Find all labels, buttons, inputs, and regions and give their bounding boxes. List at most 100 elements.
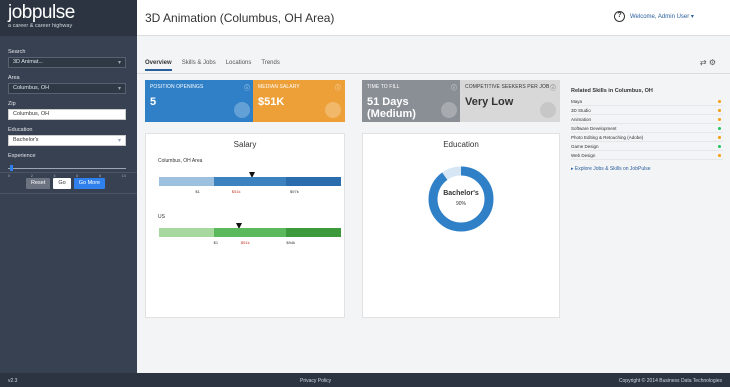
related-heading: Related Skills in Columbus, OH [571, 88, 653, 94]
share-settings-icon[interactable]: ⇄ ⚙ [700, 58, 716, 67]
related-skill-label: Photo Editing & Retouching (Adobe) [571, 135, 644, 140]
people-icon [540, 102, 556, 118]
search-label: Search [8, 49, 26, 55]
zip-input[interactable]: Columbus, OH [8, 109, 126, 120]
chevron-down-icon: ▾ [117, 86, 121, 92]
area-select[interactable]: Columbus, OH ▾ [8, 83, 126, 94]
tab-skills[interactable]: Skills & Jobs [182, 60, 216, 71]
user-menu[interactable]: Welcome, Admin User ▾ [630, 13, 694, 20]
status-dot-icon [718, 145, 721, 148]
donut-sub: 90% [455, 201, 466, 207]
status-dot-icon [718, 118, 721, 121]
related-skill-label: Web Design [571, 153, 596, 158]
stat-median-salary: MEDIAN SALARY $51K ⓘ [253, 80, 345, 122]
stat-position-openings: POSITION OPENINGS 5 ⓘ [145, 80, 254, 122]
related-skill-item[interactable]: Animation [571, 115, 723, 124]
page-title: 3D Animation (Columbus, OH Area) [145, 11, 335, 25]
info-icon[interactable]: ⓘ [244, 83, 250, 92]
related-skill-label: Software Development [571, 126, 617, 131]
tab-divider [137, 73, 730, 74]
related-skill-label: Animation [571, 117, 592, 122]
status-dot-icon [718, 127, 721, 130]
salary-panel: Salary Columbus, OH Area $1 $51k $97k US… [145, 133, 345, 318]
search-select[interactable]: 3D Animat... ▾ [8, 57, 126, 68]
stat-label: POSITION OPENINGS [150, 84, 204, 90]
slider-line [8, 168, 126, 169]
related-skill-item[interactable]: Maya [571, 97, 723, 106]
footer: v2.3 Privacy Policy Copyright © 2014 Bus… [0, 373, 730, 387]
tab-trends[interactable]: Trends [261, 60, 279, 71]
tab-locations[interactable]: Locations [226, 60, 252, 71]
related-skill-item[interactable]: Photo Editing & Retouching (Adobe) [571, 133, 723, 142]
tab-bar: Overview Skills & Jobs Locations Trends [145, 60, 280, 71]
stat-competition: COMPETITIVE SEEKERS PER JOB Very Low ⓘ [460, 80, 560, 122]
dollar-icon [325, 102, 341, 118]
related-skill-item[interactable]: Game Design [571, 142, 723, 151]
briefcase-icon [234, 102, 250, 118]
tick: $1 [213, 240, 219, 245]
education-select[interactable]: Bachelor's ▾ [8, 135, 126, 146]
search-value: 3D Animat... [13, 59, 43, 65]
reset-button[interactable]: Reset [26, 178, 51, 189]
tick: $1 [195, 189, 200, 194]
sidebar: Search 3D Animat... ▾ Area Columbus, OH ▾ … [0, 36, 137, 373]
chevron-down-icon: ▾ [117, 138, 121, 144]
related-skill-item[interactable]: Web Design [571, 151, 723, 160]
education-donut [428, 166, 494, 232]
logo-tagline: a career & career highway [8, 23, 73, 29]
footer-copyright: Copyright © 2014 Business Data Technolog… [618, 378, 722, 384]
logo-pulse: pulse [31, 2, 75, 23]
salary-bar-label: US [158, 214, 165, 220]
education-title: Education [443, 140, 479, 149]
salary-title: Salary [233, 140, 257, 149]
info-icon[interactable]: ⓘ [550, 83, 556, 92]
area-value: Columbus, OH [13, 85, 50, 91]
footer-version: v2.3 [8, 378, 18, 384]
stat-label: COMPETITIVE SEEKERS PER JOB [465, 84, 550, 90]
education-panel: Education Bachelor's 90% [362, 133, 560, 318]
salary-bar-label: Columbus, OH Area [158, 158, 203, 164]
related-skill-label: 3D Studio [571, 108, 591, 113]
go-button[interactable]: Go [53, 178, 71, 189]
top-bar: jobpulse a career & career highway 3D An… [0, 0, 730, 36]
main-content: Overview Skills & Jobs Locations Trends … [137, 36, 730, 373]
info-icon[interactable]: ⓘ [335, 83, 341, 92]
education-label: Education [8, 127, 33, 133]
experience-label: Experience [8, 153, 36, 159]
logo-job: job [8, 2, 32, 23]
related-skill-item[interactable]: 3D Studio [571, 106, 723, 115]
sidebar-buttons: Reset Go Go More [0, 172, 137, 194]
donut-label: Bachelor's [443, 190, 479, 197]
chevron-down-icon: ▾ [117, 60, 121, 66]
logo[interactable]: jobpulse a career & career highway [0, 0, 137, 36]
donut-arc [428, 166, 494, 232]
status-dot-icon [718, 136, 721, 139]
explore-link[interactable]: ▸ Explore Jobs & Skills on JobPulse [571, 166, 723, 172]
status-dot-icon [718, 154, 721, 157]
related-skills: Related Skills in Columbus, OH Maya 3D St… [571, 88, 723, 172]
tick: $94k [286, 240, 296, 245]
status-dot-icon [718, 109, 721, 112]
footer-privacy-link[interactable]: Privacy Policy [300, 378, 331, 384]
zip-label: Zip [8, 101, 16, 107]
go-more-button[interactable]: Go More [73, 178, 106, 189]
related-skill-label: Game Design [571, 144, 599, 149]
slider-handle[interactable] [10, 165, 13, 171]
stat-label: MEDIAN SALARY [258, 84, 300, 90]
tick: $51k [231, 189, 241, 194]
area-label: Area [8, 75, 20, 81]
tick: $97k [290, 189, 299, 194]
tick: $51k [240, 240, 250, 245]
info-icon[interactable]: ⓘ [451, 83, 457, 92]
salary-bar-us [159, 228, 341, 237]
education-value: Bachelor's [13, 137, 39, 143]
stat-time-to-fill: TIME TO FILL 51 Days (Medium) ⓘ [362, 80, 461, 122]
clock-icon [441, 102, 457, 118]
tab-overview[interactable]: Overview [145, 60, 172, 71]
status-dot-icon [718, 100, 721, 103]
related-skill-label: Maya [571, 99, 583, 104]
related-skill-item[interactable]: Software Development [571, 124, 723, 133]
stat-label: TIME TO FILL [367, 84, 400, 90]
help-icon[interactable]: ? [614, 11, 625, 22]
salary-bar-local [159, 177, 341, 186]
